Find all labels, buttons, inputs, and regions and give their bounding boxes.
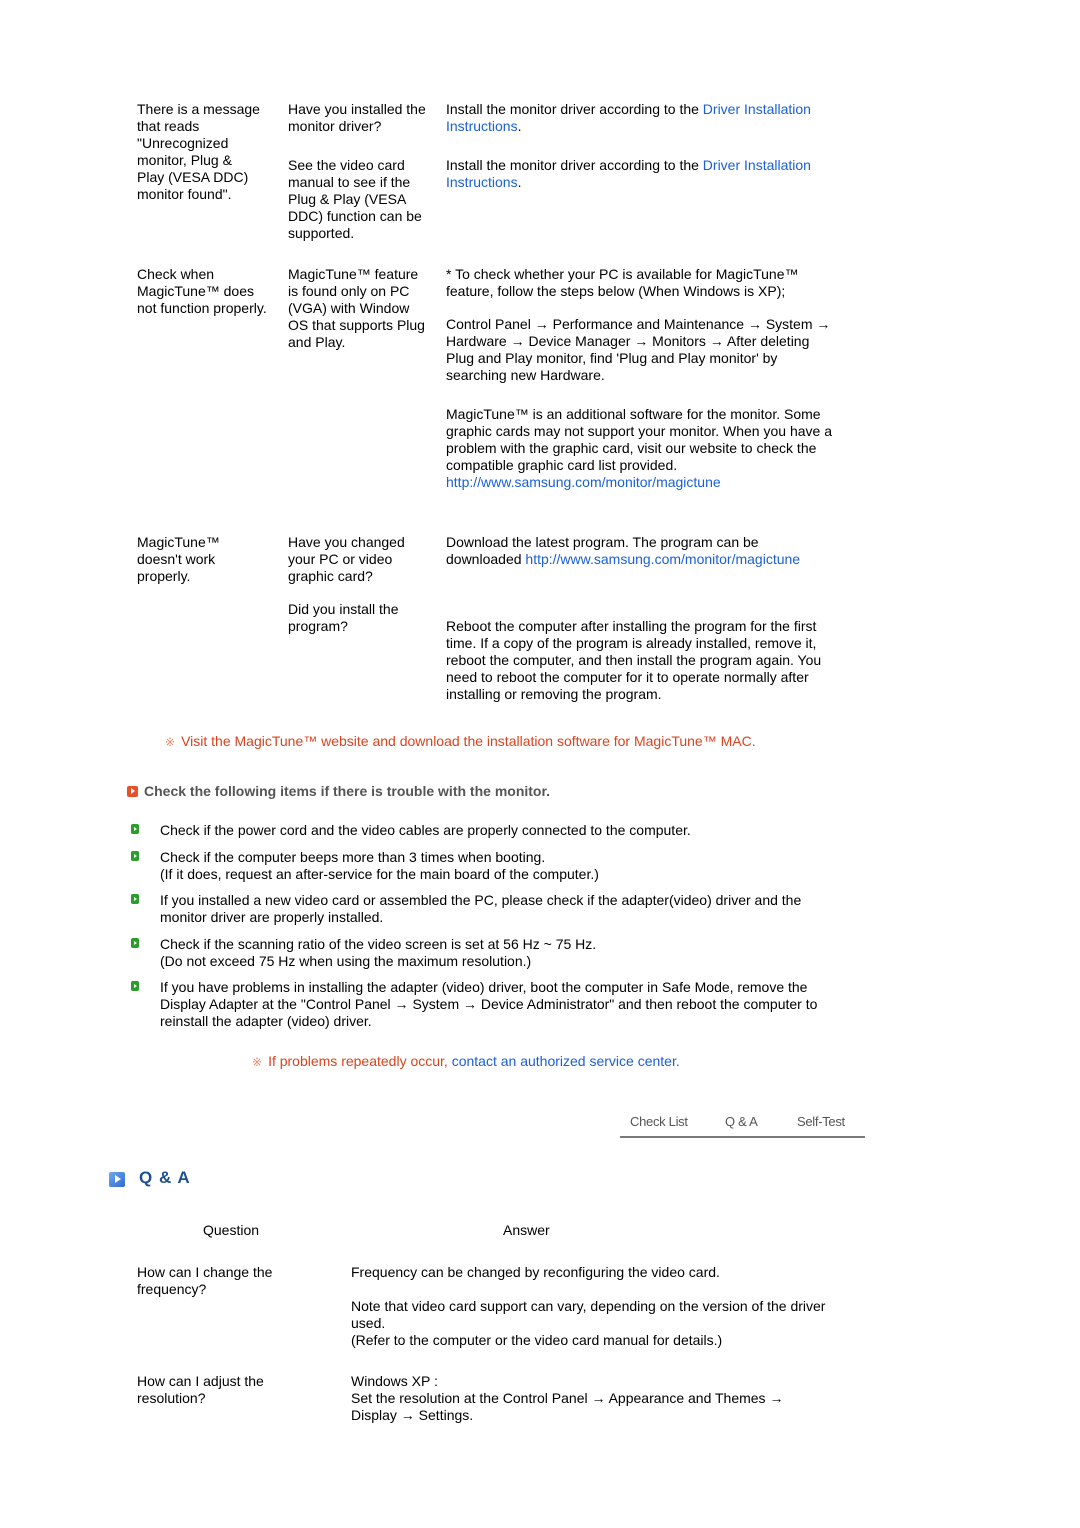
check-text: Have you changed your PC or video graphi… <box>288 534 405 584</box>
check-item-line: Check if the computer beeps more than 3 … <box>160 849 546 865</box>
answer-paragraph: (Refer to the computer or the video card… <box>351 1332 723 1348</box>
check-item-line: Check if the scanning ratio of the video… <box>160 936 597 952</box>
answer-paragraph: Note that video card support can vary, d… <box>351 1298 826 1331</box>
answer-paragraph: Frequency can be changed by reconfigurin… <box>351 1264 720 1280</box>
section-arrow-icon <box>127 786 138 797</box>
reference-mark-icon: ※ <box>252 1055 263 1069</box>
check-item-text: Check if the computer beeps more than 3 … <box>160 849 850 883</box>
qa-answer: Frequency can be changed by reconfigurin… <box>351 1264 831 1349</box>
service-center-note: ※ If problems repeatedly occur, contact a… <box>252 1053 680 1071</box>
qa-question: How can I change the frequency? <box>137 1264 273 1297</box>
service-center-link[interactable]: contact an authorized service center. <box>452 1053 680 1069</box>
note-text: Visit the MagicTune™ website and downloa… <box>181 733 756 749</box>
symptom-text: MagicTune™ doesn't work properly. <box>137 534 220 584</box>
note-text: If problems repeatedly occur, <box>268 1053 452 1069</box>
tab-qa[interactable]: Q & A <box>725 1113 758 1130</box>
solution-prefix: Install the monitor driver according to … <box>446 101 703 117</box>
qa-header-answer: Answer <box>503 1222 550 1238</box>
qa-question: How can I adjust the resolution? <box>137 1373 264 1406</box>
solution-text: * To check whether your PC is available … <box>446 266 836 491</box>
bullet-arrow-icon <box>131 894 139 904</box>
check-item-subline: (Do not exceed 75 Hz when using the maxi… <box>160 953 532 969</box>
bullet-arrow-icon <box>131 981 139 991</box>
answer-paragraph: Set the resolution at the Control Panel … <box>351 1390 784 1423</box>
solution-prefix: Install the monitor driver according to … <box>446 157 703 173</box>
section-tabs: Check List Q & A Self-Test <box>620 1110 865 1138</box>
bullet-arrow-icon <box>131 938 139 948</box>
answer-paragraph: Windows XP : <box>351 1373 438 1389</box>
solution-steps: Control Panel → Performance and Maintena… <box>446 316 831 383</box>
magictune-website-link[interactable]: http://www.samsung.com/monitor/magictune <box>446 474 836 491</box>
qa-section-icon <box>109 1172 125 1187</box>
symptom-text: There is a message that reads "Unrecogni… <box>137 101 260 202</box>
qa-title: Q & A <box>139 1168 191 1187</box>
heading-text: Check the following items if there is tr… <box>144 783 551 799</box>
solution-text: Install the monitor driver according to … <box>446 157 836 191</box>
magictune-mac-note: ※ Visit the MagicTune™ website and downlo… <box>165 733 756 751</box>
qa-answer: Windows XP : Set the resolution at the C… <box>351 1373 831 1424</box>
solution-suffix: . <box>517 118 522 134</box>
bullet-arrow-icon <box>131 851 139 861</box>
check-item-text: Check if the scanning ratio of the video… <box>160 936 850 970</box>
tab-self-test[interactable]: Self-Test <box>797 1113 845 1130</box>
check-item-text: If you installed a new video card or ass… <box>160 892 802 925</box>
solution-paragraph: * To check whether your PC is available … <box>446 266 799 299</box>
reference-mark-icon: ※ <box>165 735 176 749</box>
magictune-website-link[interactable]: http://www.samsung.com/monitor/magictune <box>525 551 800 567</box>
solution-suffix: . <box>517 174 522 190</box>
check-item-text: Check if the power cord and the video ca… <box>160 822 691 838</box>
symptom-text: Check when MagicTune™ does not function … <box>137 266 267 316</box>
tab-check-list[interactable]: Check List <box>630 1113 688 1130</box>
solution-text: Install the monitor driver according to … <box>446 101 836 135</box>
check-item-subline: (If it does, request an after-service fo… <box>160 866 599 882</box>
check-text: See the video card manual to see if the … <box>288 157 422 241</box>
solution-paragraph: MagicTune™ is an additional software for… <box>446 406 832 473</box>
check-text: MagicTune™ feature is found only on PC (… <box>288 266 425 350</box>
check-section-heading: Check the following items if there is tr… <box>127 783 550 800</box>
check-item-text: If you have problems in installing the a… <box>160 979 818 1029</box>
solution-text: Reboot the computer after installing the… <box>446 618 822 702</box>
solution-text: Download the latest program. The program… <box>446 534 836 568</box>
check-text: Did you install the program? <box>288 601 399 634</box>
check-text: Have you installed the monitor driver? <box>288 101 426 134</box>
bullet-arrow-icon <box>131 824 139 834</box>
qa-header-question: Question <box>203 1222 260 1238</box>
